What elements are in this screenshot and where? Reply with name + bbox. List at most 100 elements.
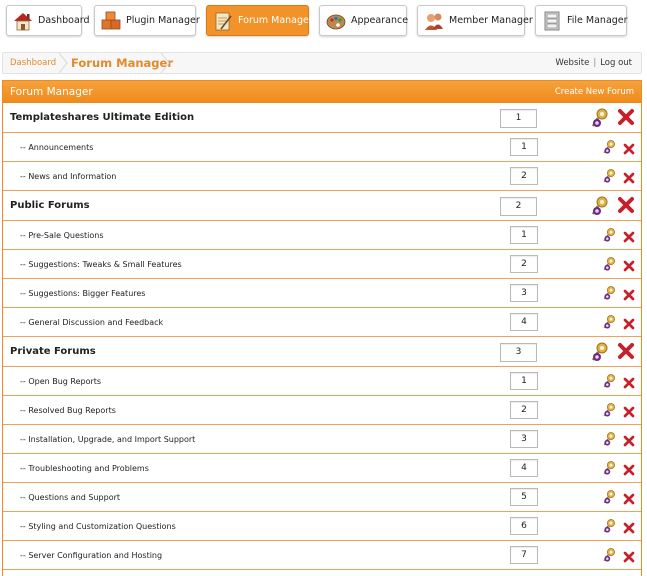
category-name[interactable]: Public Forums: [10, 200, 90, 211]
edit-key-icon[interactable]: [602, 373, 617, 389]
delete-x-icon[interactable]: [623, 169, 635, 184]
edit-key-icon[interactable]: [602, 256, 617, 272]
nav-forum-manager-button[interactable]: Forum Manager: [206, 5, 313, 36]
forum-name[interactable]: -- General Discussion and Feedback: [20, 318, 163, 327]
top-navigation: Dashboard Plugin Manager Forum Manager A…: [2, 5, 642, 38]
delete-x-icon[interactable]: [617, 196, 635, 214]
forum-name[interactable]: -- Styling and Customization Questions: [20, 522, 176, 531]
delete-x-icon[interactable]: [617, 108, 635, 126]
file-cabinet-icon: [544, 11, 560, 30]
nav-appearance-button[interactable]: Appearance: [319, 5, 408, 36]
forum-name[interactable]: -- Open Bug Reports: [20, 377, 101, 386]
forum-row: -- Resolved Bug Reports 2: [3, 396, 641, 425]
top-links-separator: |: [593, 58, 597, 68]
top-links: Website | Log out: [555, 58, 632, 68]
display-order-input[interactable]: 3: [500, 343, 537, 362]
category-name[interactable]: Templateshares Ultimate Edition: [10, 112, 194, 123]
edit-key-icon[interactable]: [602, 518, 617, 534]
forum-manager-panel: Forum Manager Create New Forum Templates…: [2, 80, 642, 576]
delete-x-icon[interactable]: [623, 286, 635, 301]
delete-x-icon[interactable]: [623, 403, 635, 418]
members-icon: [425, 13, 443, 30]
edit-key-icon[interactable]: [590, 107, 610, 129]
forum-name[interactable]: -- News and Information: [20, 172, 116, 181]
forum-name[interactable]: -- Installation, Upgrade, and Import Sup…: [20, 435, 195, 444]
delete-x-icon[interactable]: [623, 548, 635, 563]
forum-name[interactable]: -- Server Configuration and Hosting: [20, 551, 162, 560]
edit-key-icon[interactable]: [602, 285, 617, 301]
delete-x-icon[interactable]: [623, 490, 635, 505]
forum-row: -- Questions and Support 5: [3, 483, 641, 512]
delete-x-icon[interactable]: [623, 257, 635, 272]
category-row: Templateshares Ultimate Edition 1: [3, 103, 641, 133]
edit-key-icon[interactable]: [602, 168, 617, 184]
delete-x-icon[interactable]: [623, 374, 635, 389]
category-row: Public Forums 2: [3, 191, 641, 221]
edit-key-icon[interactable]: [602, 402, 617, 418]
display-order-input[interactable]: 3: [510, 284, 538, 302]
logout-link[interactable]: Log out: [600, 58, 632, 68]
display-order-input[interactable]: 1: [500, 109, 537, 128]
display-order-input[interactable]: 5: [510, 488, 538, 506]
display-order-input[interactable]: 4: [510, 459, 538, 477]
nav-file-manager-button[interactable]: File Manager: [535, 5, 628, 36]
website-link[interactable]: Website: [555, 58, 589, 68]
create-new-forum-link[interactable]: Create New Forum: [555, 87, 634, 97]
edit-key-icon[interactable]: [590, 195, 610, 217]
display-order-input[interactable]: 3: [510, 430, 538, 448]
delete-x-icon[interactable]: [623, 461, 635, 476]
delete-x-icon[interactable]: [623, 519, 635, 534]
edit-key-icon[interactable]: [602, 227, 617, 243]
nav-file-manager-label: File Manager: [567, 15, 628, 26]
boxes-icon: [101, 11, 121, 29]
display-order-input[interactable]: 6: [510, 517, 538, 535]
forum-row: -- Open Bug Reports 1: [3, 367, 641, 396]
forum-row: -- News and Information 2: [3, 162, 641, 191]
edit-key-icon[interactable]: [602, 314, 617, 330]
nav-dashboard-button[interactable]: Dashboard: [6, 5, 90, 36]
delete-x-icon[interactable]: [617, 342, 635, 360]
edit-key-icon[interactable]: [602, 547, 617, 563]
forum-row: -- General Discussion and Feedback 4: [3, 308, 641, 337]
nav-plugin-manager-button[interactable]: Plugin Manager: [94, 5, 200, 36]
breadcrumb-separator-icon: [58, 53, 68, 73]
notepad-icon: [215, 12, 232, 30]
display-order-input[interactable]: 2: [510, 255, 538, 273]
forum-name[interactable]: -- Resolved Bug Reports: [20, 406, 116, 415]
display-order-input[interactable]: 4: [510, 313, 538, 331]
nav-plugin-manager-label: Plugin Manager: [126, 15, 200, 26]
nav-member-manager-label: Member Manager: [449, 15, 533, 26]
palette-icon: [326, 14, 346, 29]
panel-header: Forum Manager Create New Forum: [3, 81, 641, 103]
forum-name[interactable]: -- Troubleshooting and Problems: [20, 464, 149, 473]
edit-key-icon[interactable]: [602, 460, 617, 476]
forum-row: -- Pre-Sale Questions 1: [3, 221, 641, 250]
edit-key-icon[interactable]: [602, 139, 617, 155]
forum-name[interactable]: -- Questions and Support: [20, 493, 120, 502]
display-order-input[interactable]: 1: [510, 226, 538, 244]
display-order-input[interactable]: 1: [510, 372, 538, 390]
delete-x-icon[interactable]: [623, 228, 635, 243]
delete-x-icon[interactable]: [623, 432, 635, 447]
breadcrumb-dashboard-link[interactable]: Dashboard: [10, 58, 56, 68]
display-order-input[interactable]: 2: [510, 167, 538, 185]
delete-x-icon[interactable]: [623, 315, 635, 330]
display-order-input[interactable]: 2: [500, 197, 537, 216]
edit-key-icon[interactable]: [590, 341, 610, 363]
edit-key-icon[interactable]: [602, 489, 617, 505]
display-order-input[interactable]: 1: [510, 138, 538, 156]
forum-row: -- Installation, Upgrade, and Import Sup…: [3, 425, 641, 454]
display-order-input[interactable]: 7: [510, 546, 538, 564]
breadcrumb-end-separator-icon: [160, 53, 170, 73]
category-name[interactable]: Private Forums: [10, 346, 96, 357]
forum-name[interactable]: -- Suggestions: Tweaks & Small Features: [20, 260, 182, 269]
nav-member-manager-button[interactable]: Member Manager: [417, 5, 533, 36]
forum-name[interactable]: -- Announcements: [20, 143, 93, 152]
category-row: Private Forums 3: [3, 337, 641, 367]
delete-x-icon[interactable]: [623, 140, 635, 155]
display-order-input[interactable]: 2: [510, 401, 538, 419]
forum-name[interactable]: -- Pre-Sale Questions: [20, 231, 104, 240]
forum-row: -- Suggestions: Tweaks & Small Features 2: [3, 250, 641, 279]
edit-key-icon[interactable]: [602, 431, 617, 447]
forum-name[interactable]: -- Suggestions: Bigger Features: [20, 289, 145, 298]
